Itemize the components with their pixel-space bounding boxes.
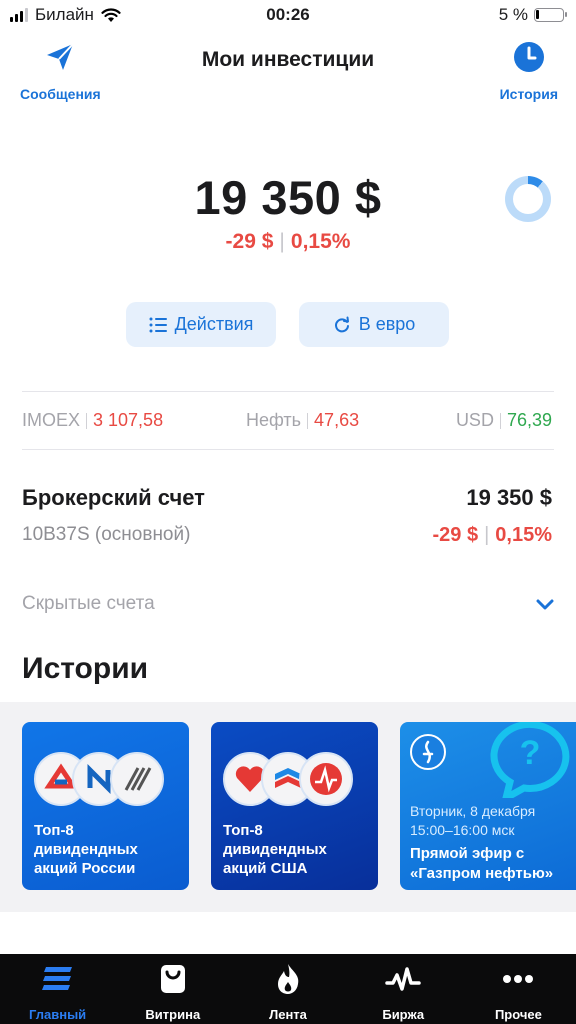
account-subtitle: 10B37S (основной) <box>22 524 191 545</box>
portfolio-change-pct: 0,15% <box>290 230 351 253</box>
clock-icon <box>513 42 544 72</box>
tab-label: Биржа <box>382 1007 425 1022</box>
history-label: История <box>499 86 558 102</box>
tab-label: Лента <box>269 1007 307 1022</box>
tab-more[interactable]: Прочее <box>461 954 576 1024</box>
actions-label: Действия <box>174 314 254 334</box>
account-change-pct: 0,15% <box>495 524 552 546</box>
story-card[interactable]: Топ-8 дивидендных акций России <box>22 722 189 890</box>
shopping-bag-icon <box>160 965 185 993</box>
ticker-value: 47,63 <box>314 410 360 430</box>
tab-main[interactable]: Главный <box>0 954 115 1024</box>
divider <box>22 391 554 392</box>
currency-switch-label: В евро <box>358 314 416 334</box>
separator: | <box>279 230 285 253</box>
ticker-imoex[interactable]: IMOEX 3 107,58 <box>22 410 163 431</box>
refresh-icon <box>334 316 349 332</box>
company-logo-icon <box>299 752 353 806</box>
svg-text:?: ? <box>520 734 541 772</box>
pulse-icon <box>385 967 421 991</box>
hidden-accounts-toggle[interactable]: Скрытые счета <box>22 593 554 623</box>
company-logo-icon <box>110 752 164 806</box>
ticker-separator <box>86 412 88 429</box>
ticker-separator <box>499 412 501 429</box>
ticker-name: Нефть <box>246 410 302 430</box>
question-bubble-icon: ? <box>490 722 570 798</box>
allocation-donut-icon[interactable] <box>505 176 551 222</box>
ticker-value: 76,39 <box>506 410 552 430</box>
page-title: Мои инвестиции <box>201 48 375 71</box>
battery-icon <box>534 8 567 22</box>
chevron-down-icon <box>536 599 554 610</box>
status-bar: Билайн 00:26 5 % <box>0 0 576 34</box>
story-headline: Прямой эфир с «Газпром нефтью» <box>410 845 554 882</box>
portfolio-change: -29 $ | 0,15% <box>0 230 576 254</box>
more-dots-icon <box>503 975 534 983</box>
currency-switch-button[interactable]: В евро <box>299 302 449 347</box>
ticker-name: IMOEX <box>22 410 81 430</box>
ticker-value: 3 107,58 <box>93 410 164 430</box>
ticker-usd[interactable]: USD 76,39 <box>456 410 552 431</box>
ticker-name: USD <box>455 410 494 430</box>
flame-icon <box>278 964 299 994</box>
separator: | <box>484 524 490 546</box>
actions-button[interactable]: Действия <box>126 302 276 347</box>
list-icon <box>149 317 167 332</box>
story-text: Топ-8 дивидендных акций США <box>223 822 327 877</box>
portfolio-change-abs: -29 $ <box>225 230 274 253</box>
battery-info: 5 % <box>498 5 567 25</box>
hidden-accounts-label: Скрытые счета <box>22 593 155 614</box>
history-button[interactable]: История <box>500 40 558 102</box>
ticker-separator <box>307 412 309 429</box>
account-total: 19 350 $ <box>466 485 552 510</box>
portfolio-total: 19 350 $ <box>194 171 382 224</box>
story-card[interactable]: ? Вторник, 8 декабря 15:00–16:00 мск Пря… <box>400 722 576 890</box>
ticker-oil[interactable]: Нефть 47,63 <box>246 410 359 431</box>
tab-label: Главный <box>29 1007 87 1022</box>
messages-label: Сообщения <box>20 86 101 102</box>
tab-feed[interactable]: Лента <box>230 954 345 1024</box>
tab-label: Прочее <box>494 1007 542 1022</box>
account-change-abs: -29 $ <box>432 524 479 546</box>
story-date: Вторник, 8 декабря 15:00–16:00 мск <box>410 803 536 838</box>
account-change: -29 $ | 0,15% <box>432 524 552 547</box>
stories-title: Истории <box>22 652 149 685</box>
tab-showcase[interactable]: Витрина <box>115 954 230 1024</box>
status-time: 00:26 <box>266 5 310 24</box>
tab-exchange[interactable]: Биржа <box>346 954 461 1024</box>
tab-label: Витрина <box>145 1007 201 1022</box>
story-text: Топ-8 дивидендных акций России <box>34 822 138 877</box>
gazprom-logo-icon <box>410 734 446 770</box>
story-card[interactable]: Топ-8 дивидендных акций США <box>211 722 378 890</box>
divider <box>22 449 554 450</box>
app-header: Сообщения Мои инвестиции История <box>0 34 576 114</box>
battery-percent: 5 % <box>498 5 528 24</box>
home-stack-icon <box>41 967 72 990</box>
tab-bar: Главный Витрина Лента Биржа Прочее <box>0 954 576 1024</box>
account-title: Брокерский счет <box>22 485 205 510</box>
